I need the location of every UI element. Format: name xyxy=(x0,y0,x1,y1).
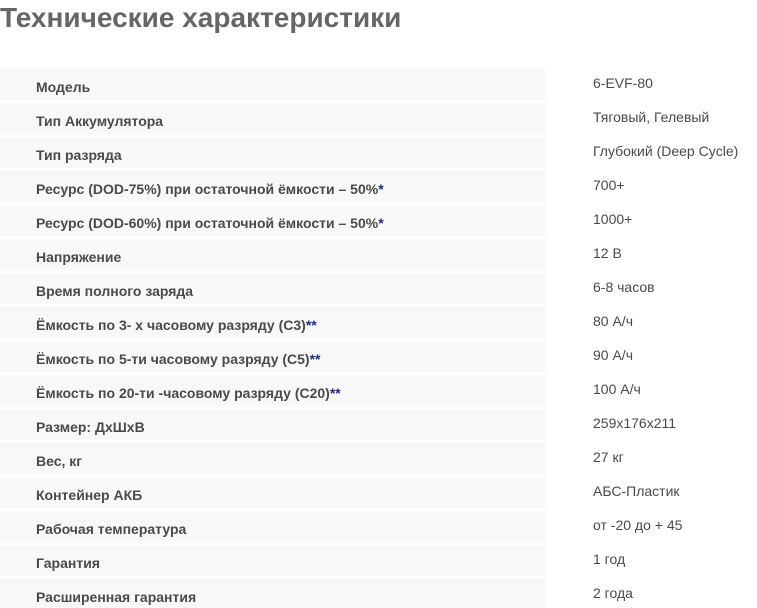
spec-label: Контейнер АКБ xyxy=(0,477,546,508)
spec-value: 259x176x211 xyxy=(548,409,757,440)
table-row: Ресурс (DOD-75%) при остаточной ёмкости … xyxy=(0,171,757,202)
spec-table: Модель 6-EVF-80 Тип Аккумулятора Тяговый… xyxy=(0,69,757,608)
table-row: Расширенная гарантия 2 года xyxy=(0,579,757,608)
table-row: Вес, кг 27 кг xyxy=(0,443,757,474)
spec-page: Технические характеристики Модель 6-EVF-… xyxy=(0,0,757,608)
spec-label-text: Ёмкость по 20-ти -часовому разряду (С20) xyxy=(36,385,330,401)
spec-label: Напряжение xyxy=(0,239,546,270)
spec-value: 27 кг xyxy=(548,443,757,474)
spec-label-text: Ёмкость по 3- х часовому разряду (С3) xyxy=(36,317,306,333)
spec-value: 1000+ xyxy=(548,205,757,236)
spec-label: Ёмкость по 5-ти часовому разряду (С5)** xyxy=(0,341,546,372)
spec-value: 6-EVF-80 xyxy=(548,69,757,100)
spec-label-text: Размер: ДхШхВ xyxy=(36,419,145,435)
spec-label: Ёмкость по 3- х часовому разряду (С3)** xyxy=(0,307,546,338)
table-row: Модель 6-EVF-80 xyxy=(0,69,757,100)
spec-value: Тяговый, Гелевый xyxy=(548,103,757,134)
footnote-mark: ** xyxy=(305,317,317,333)
table-row: Тип разряда Глубокий (Deep Cycle) xyxy=(0,137,757,168)
table-row: Напряжение 12 В xyxy=(0,239,757,270)
spec-label-text: Время полного заряда xyxy=(36,283,194,299)
spec-value: 6-8 часов xyxy=(548,273,757,304)
spec-label: Тип Аккумулятора xyxy=(0,103,546,134)
table-row: Размер: ДхШхВ 259x176x211 xyxy=(0,409,757,440)
table-row: Ёмкость по 3- х часовому разряду (С3)** … xyxy=(0,307,757,338)
spec-label-text: Ёмкость по 5-ти часовому разряду (С5) xyxy=(36,351,310,367)
spec-label-text: Гарантия xyxy=(36,555,100,571)
spec-value: 1 год xyxy=(548,545,757,576)
footnote-mark: ** xyxy=(309,351,321,367)
spec-label-text: Контейнер АКБ xyxy=(36,487,143,503)
spec-label-text: Вес, кг xyxy=(36,453,83,469)
spec-value: 80 А/ч xyxy=(548,307,757,338)
table-row: Тип Аккумулятора Тяговый, Гелевый xyxy=(0,103,757,134)
spec-label: Время полного заряда xyxy=(0,273,546,304)
spec-label-text: Тип Аккумулятора xyxy=(36,113,164,129)
spec-label-text: Рабочая температура xyxy=(36,521,187,537)
footnote-mark: * xyxy=(378,215,384,231)
spec-label: Тип разряда xyxy=(0,137,546,168)
spec-label-text: Ресурс (DOD-75%) при остаточной ёмкости … xyxy=(36,181,379,197)
spec-label: Модель xyxy=(0,69,546,100)
spec-label: Ёмкость по 20-ти -часовому разряду (С20)… xyxy=(0,375,546,406)
spec-value: Глубокий (Deep Cycle) xyxy=(548,137,757,168)
spec-label-text: Ресурс (DOD-60%) при остаточной ёмкости … xyxy=(36,215,379,231)
spec-value: 100 А/ч xyxy=(548,375,757,406)
footnote-mark: ** xyxy=(329,385,341,401)
spec-label: Вес, кг xyxy=(0,443,546,474)
spec-label-text: Тип разряда xyxy=(36,147,122,163)
spec-label: Ресурс (DOD-75%) при остаточной ёмкости … xyxy=(0,171,546,202)
spec-label-text: Модель xyxy=(36,79,91,95)
table-row: Ёмкость по 20-ти -часовому разряду (С20)… xyxy=(0,375,757,406)
table-row: Время полного заряда 6-8 часов xyxy=(0,273,757,304)
table-row: Рабочая температура от -20 до + 45 xyxy=(0,511,757,542)
table-row: Контейнер АКБ АБС-Пластик xyxy=(0,477,757,508)
table-row: Ресурс (DOD-60%) при остаточной ёмкости … xyxy=(0,205,757,236)
spec-label: Рабочая температура xyxy=(0,511,546,542)
spec-value: 12 В xyxy=(548,239,757,270)
table-row: Гарантия 1 год xyxy=(0,545,757,576)
page-title: Технические характеристики xyxy=(0,2,402,33)
spec-label-text: Расширенная гарантия xyxy=(36,589,197,605)
spec-label: Расширенная гарантия xyxy=(0,579,546,608)
spec-value: 90 А/ч xyxy=(548,341,757,372)
table-row: Ёмкость по 5-ти часовому разряду (С5)** … xyxy=(0,341,757,372)
spec-label: Размер: ДхШхВ xyxy=(0,409,546,440)
spec-value: 700+ xyxy=(548,171,757,202)
spec-value: от -20 до + 45 xyxy=(548,511,757,542)
spec-value: 2 года xyxy=(548,579,757,608)
spec-value: АБС-Пластик xyxy=(548,477,757,508)
spec-label: Ресурс (DOD-60%) при остаточной ёмкости … xyxy=(0,205,546,236)
spec-label: Гарантия xyxy=(0,545,546,576)
footnote-mark: * xyxy=(378,181,384,197)
spec-label-text: Напряжение xyxy=(36,249,122,265)
